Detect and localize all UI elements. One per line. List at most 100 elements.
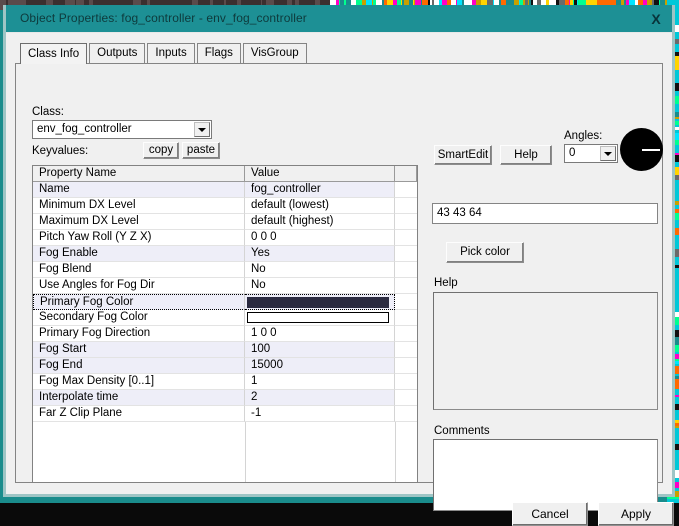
property-value-cell[interactable]: 2 [245,390,395,406]
property-row[interactable]: Primary Fog Color [33,294,417,310]
tab-page-class-info: Class: env_fog_controller Keyvalues: cop… [15,63,663,483]
property-value-cell[interactable]: No [245,262,395,278]
chevron-down-icon[interactable] [600,146,616,161]
property-value-cell[interactable]: 100 [245,342,395,358]
property-row[interactable]: Interpolate time2 [33,390,417,406]
property-extra-cell [395,342,418,358]
angles-combobox-value: 0 [569,147,575,159]
property-extra-cell [395,374,418,390]
chevron-down-icon[interactable] [194,122,210,137]
property-name-cell: Minimum DX Level [33,198,245,214]
property-name-cell: Fog Start [33,342,245,358]
property-value-cell[interactable] [245,294,395,310]
comments-textarea[interactable] [433,439,658,511]
window-titlebar[interactable]: Object Properties: fog_controller - env_… [6,5,672,32]
color-swatch[interactable] [247,297,389,308]
property-row[interactable]: Namefog_controller [33,182,417,198]
property-value-cell[interactable]: 0 0 0 [245,230,395,246]
tab-flags[interactable]: Flags [197,43,241,63]
property-value-cell[interactable]: default (lowest) [245,198,395,214]
angle-dial-control[interactable] [620,128,663,171]
cancel-button[interactable]: Cancel [512,502,588,526]
property-value-cell[interactable]: default (highest) [245,214,395,230]
color-swatch[interactable] [247,312,389,323]
property-extra-cell [395,294,418,310]
property-extra-cell [395,358,418,374]
property-value-input[interactable]: 43 43 64 [432,203,658,224]
property-name-cell: Interpolate time [33,390,245,406]
property-row[interactable]: Fog End15000 [33,358,417,374]
property-extra-cell [395,310,418,326]
class-combobox-value: env_fog_controller [37,123,132,135]
property-row[interactable]: Far Z Clip Plane-1 [33,406,417,422]
smart-edit-button[interactable]: SmartEdit [434,145,492,165]
property-extra-cell [395,246,418,262]
property-value-cell[interactable] [245,310,395,326]
property-value-cell[interactable]: 15000 [245,358,395,374]
property-row[interactable]: Fog Start100 [33,342,417,358]
property-name-cell: Pitch Yaw Roll (Y Z X) [33,230,245,246]
property-name-cell: Primary Fog Color [33,294,245,310]
angles-label: Angles: [564,130,602,142]
property-name-cell: Fog Blend [33,262,245,278]
apply-button[interactable]: Apply [598,502,674,526]
property-value-input-text: 43 43 64 [437,207,482,219]
property-row[interactable]: Fog BlendNo [33,262,417,278]
paste-keyvalues-button[interactable]: paste [182,142,220,159]
tab-class-info[interactable]: Class Info [20,43,87,64]
help-button[interactable]: Help [500,145,552,165]
help-text-panel [433,292,658,410]
property-extra-cell [395,230,418,246]
property-value-cell[interactable]: No [245,278,395,294]
property-name-cell: Name [33,182,245,198]
property-name-cell: Secondary Fog Color [33,310,245,326]
property-name-cell: Fog Enable [33,246,245,262]
property-value-cell[interactable]: -1 [245,406,395,422]
property-name-cell: Primary Fog Direction [33,326,245,342]
property-extra-cell [395,390,418,406]
property-row[interactable]: Use Angles for Fog DirNo [33,278,417,294]
property-row[interactable]: Pitch Yaw Roll (Y Z X)0 0 0 [33,230,417,246]
copy-keyvalues-button[interactable]: copy [143,142,179,159]
comments-label: Comments [434,425,490,437]
property-name-cell: Maximum DX Level [33,214,245,230]
column-header-extra[interactable] [395,166,417,181]
property-name-cell: Fog End [33,358,245,374]
tab-inputs[interactable]: Inputs [147,43,194,63]
property-value-cell[interactable]: fog_controller [245,182,395,198]
property-value-cell[interactable]: 1 [245,374,395,390]
property-extra-cell [395,214,418,230]
dialog-client-area: Class InfoOutputsInputsFlagsVisGroup Cla… [6,32,672,494]
class-combobox[interactable]: env_fog_controller [32,120,212,139]
angle-dial-needle [642,149,660,151]
property-extra-cell [395,278,418,294]
property-value-cell[interactable]: Yes [245,246,395,262]
property-row[interactable]: Secondary Fog Color [33,310,417,326]
keyvalues-label: Keyvalues: [32,145,88,157]
close-icon[interactable]: X [640,5,672,32]
property-row[interactable]: Minimum DX Leveldefault (lowest) [33,198,417,214]
property-grid-header: Property Name Value [33,166,417,182]
tab-visgroup[interactable]: VisGroup [243,43,307,63]
tab-strip: Class InfoOutputsInputsFlagsVisGroup [20,43,309,64]
property-name-cell: Use Angles for Fog Dir [33,278,245,294]
property-row[interactable]: Fog Max Density [0..1]1 [33,374,417,390]
help-section-label: Help [434,277,458,289]
pick-color-button[interactable]: Pick color [446,242,524,263]
angles-combobox[interactable]: 0 [564,144,618,163]
property-grid[interactable]: Property Name Value Namefog_controllerMi… [32,165,418,483]
property-value-cell[interactable]: 1 0 0 [245,326,395,342]
class-label: Class: [32,106,64,118]
property-row[interactable]: Maximum DX Leveldefault (highest) [33,214,417,230]
window-title: Object Properties: fog_controller - env_… [20,11,307,25]
property-row[interactable]: Primary Fog Direction1 0 0 [33,326,417,342]
object-properties-window: Object Properties: fog_controller - env_… [3,5,675,497]
tab-outputs[interactable]: Outputs [89,43,145,63]
property-extra-cell [395,406,418,422]
column-header-value[interactable]: Value [245,166,395,181]
property-name-cell: Fog Max Density [0..1] [33,374,245,390]
property-row[interactable]: Fog EnableYes [33,246,417,262]
property-extra-cell [395,182,418,198]
property-grid-empty-area [33,422,417,482]
column-header-property-name[interactable]: Property Name [33,166,245,181]
